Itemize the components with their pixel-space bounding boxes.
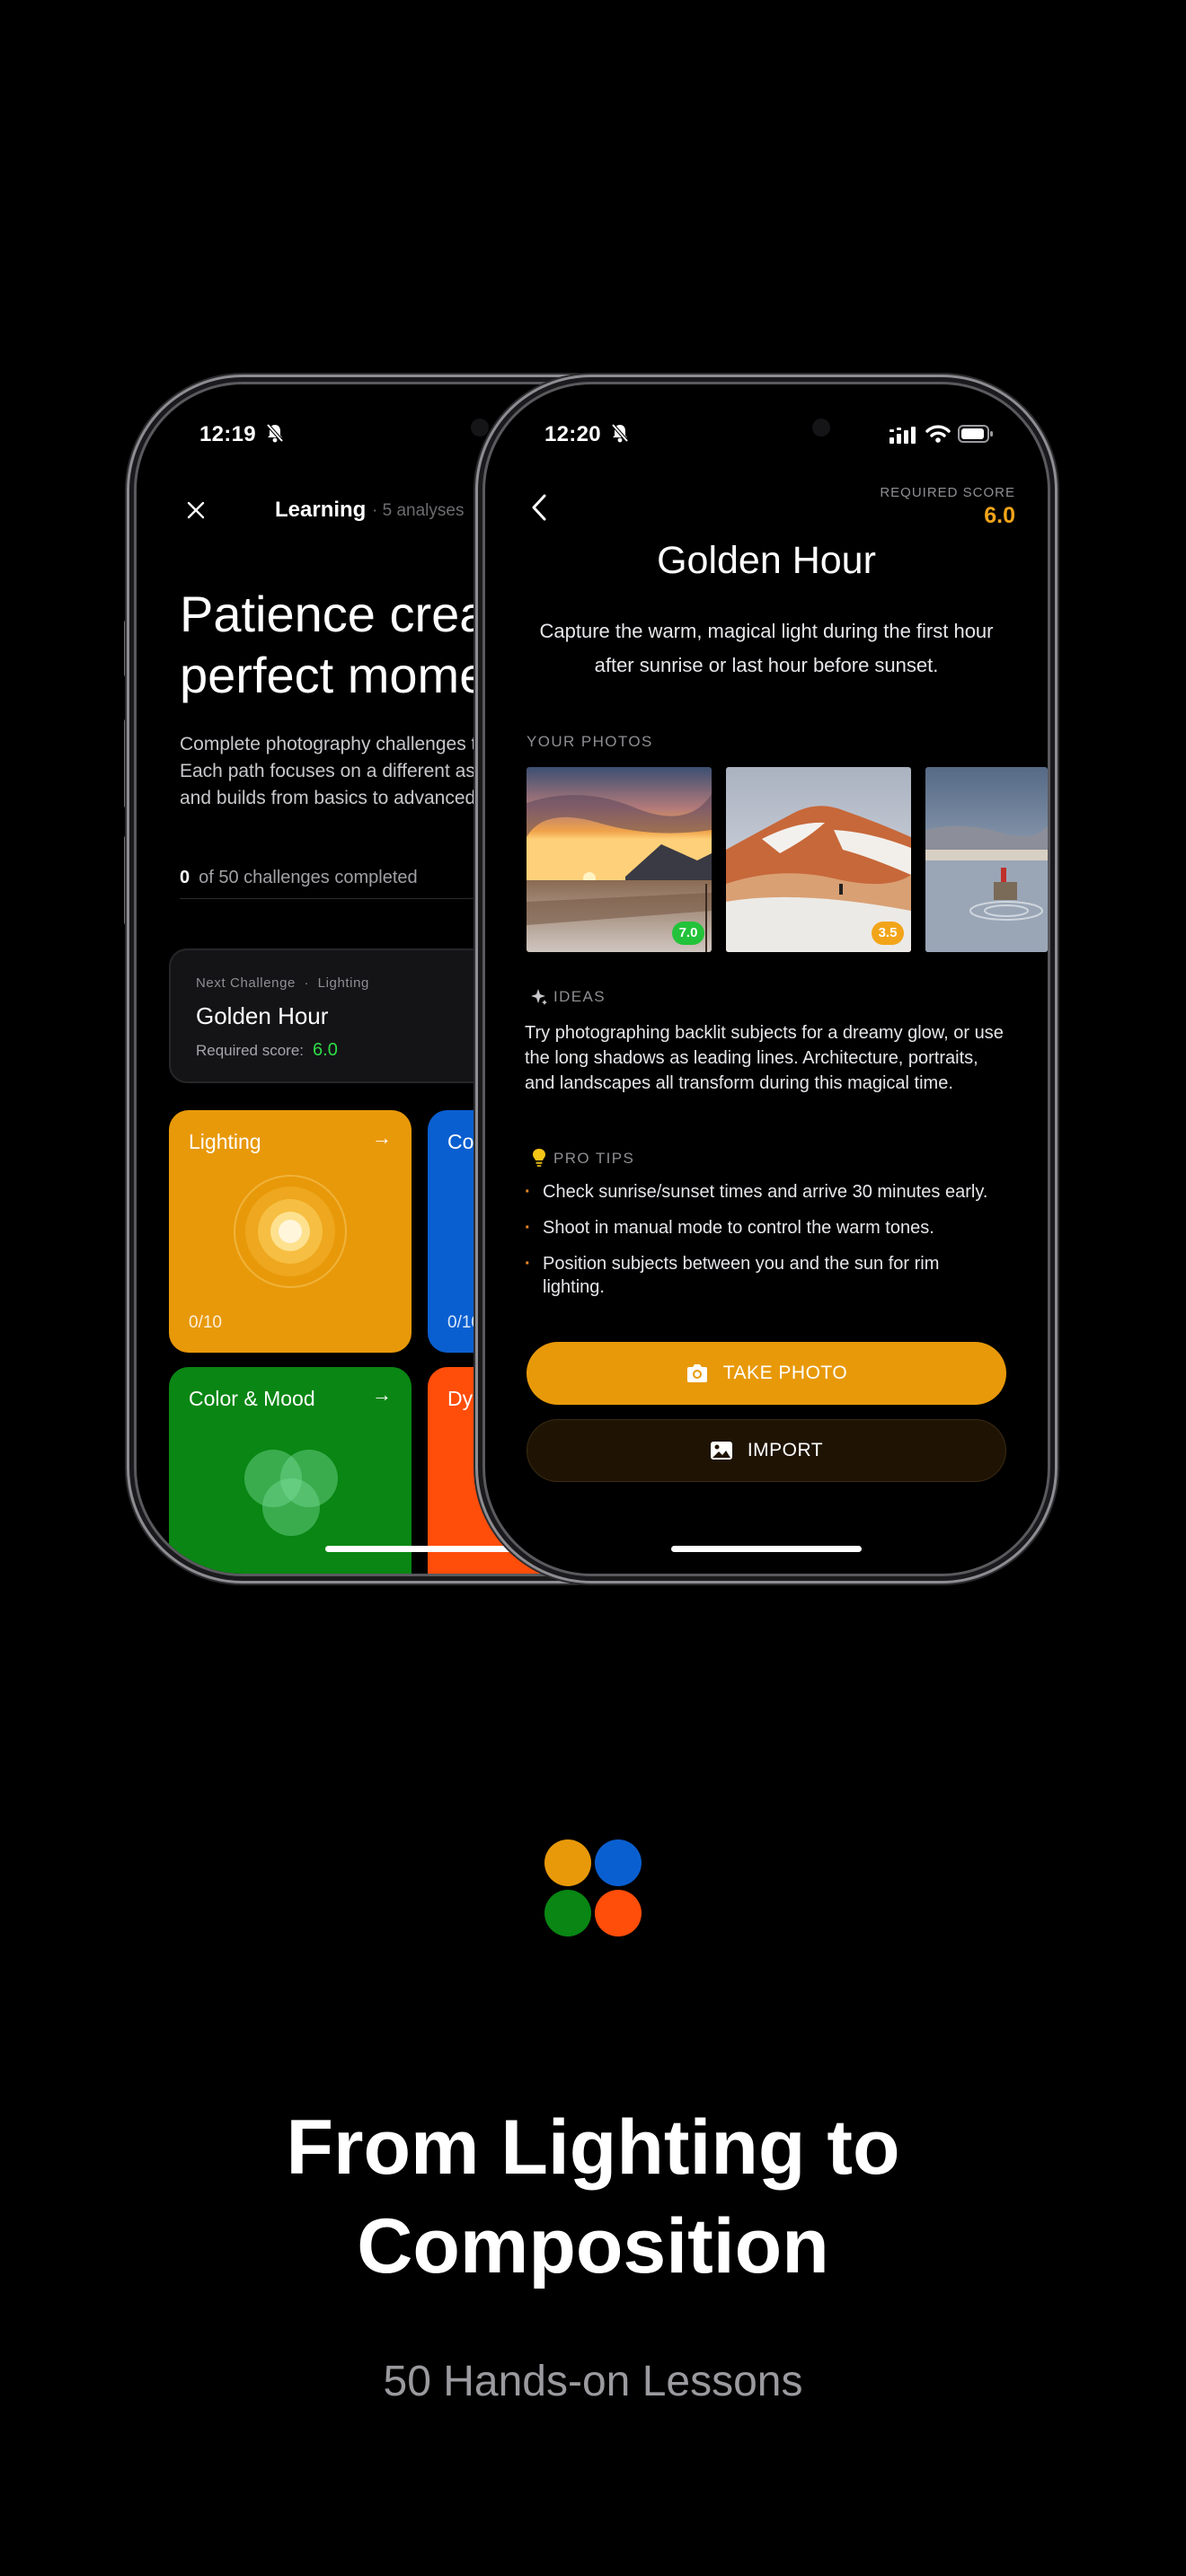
tile-label: Lighting [189,1130,261,1153]
next-challenge-score: Required score: 6.0 [196,1040,338,1060]
challenge-subtitle: Capture the warm, magical light during t… [539,620,994,676]
close-icon[interactable] [185,499,207,521]
camera-icon [686,1364,707,1382]
pro-tips-label: PRO TIPS [553,1150,635,1167]
status-time: 12:20 [544,422,629,447]
battery-icon [958,425,993,443]
required-score-label: REQUIRED SCORE [880,485,1015,500]
lake-landscape-image [925,767,1048,952]
description: Complete photography challenges t Each p… [180,734,477,808]
tile-label: Dyn [447,1387,484,1410]
take-photo-label: TAKE PHOTO [722,1363,848,1383]
venn-icon [244,1450,338,1536]
ideas-text: Try photographing backlit subjects for a… [525,1023,1004,1093]
tile-label: Cor [447,1130,482,1153]
logo-dot-blue [595,1839,642,1886]
next-challenge-meta: Next Challenge · Lighting [196,975,369,991]
arrow-right-icon: → [372,1126,392,1149]
back-chevron-icon[interactable] [528,492,550,523]
score-badge: 7.0 [672,922,704,945]
tile-color-mood[interactable]: Color & Mood → [169,1367,412,1574]
progress-count: 0 [180,868,190,887]
sun-icon [234,1175,347,1288]
sparkle-icon [531,989,547,1005]
front-camera [471,419,489,437]
score-badge: 3.5 [872,922,904,945]
photo-thumbnail[interactable]: 7.0 [527,767,712,952]
tile-progress: 0/10 [189,1313,222,1332]
front-camera [812,419,830,437]
analyses-count: · 5 analyses [372,501,465,520]
import-button[interactable]: IMPORT [527,1419,1006,1482]
arrow-right-icon: → [372,1383,392,1406]
tip-item: · Check sunrise/sunset times and arrive 3… [525,1182,988,1202]
power-button [1052,753,1059,887]
required-score-value: 6.0 [984,503,1015,528]
home-indicator [671,1546,862,1552]
hero-subtitle: 50 Hands-on Lessons [383,2358,803,2405]
tip-item: · Position subjects between you and the s… [525,1254,940,1297]
tile-progress: 0/10 [447,1313,481,1332]
silent-bell-icon [266,423,284,443]
import-label: IMPORT [747,1440,824,1460]
image-icon [710,1442,732,1460]
logo-dot-green [544,1890,591,1936]
wifi-icon [925,425,951,443]
next-challenge-title: Golden Hour [196,1002,329,1029]
photo-thumbnail[interactable] [925,767,1048,952]
tip-item: · Shoot in manual mode to control the war… [525,1218,934,1238]
lightbulb-icon [533,1149,545,1167]
logo-dot-red [595,1890,642,1936]
challenge-title: Golden Hour [657,539,876,582]
your-photos-label: YOUR PHOTOS [527,733,653,750]
volume-up-button [124,719,131,808]
home-indicator [325,1546,532,1552]
page-title: Learning [275,498,367,522]
front-phone: 12:20 REQUIRED SCORE 6.0 Golden Hour Cap… [485,384,1048,1574]
take-photo-button[interactable]: TAKE PHOTO [527,1342,1006,1405]
ideas-label: IDEAS [553,988,606,1005]
tile-label: Color & Mood [189,1387,315,1410]
side-button [124,620,131,677]
logo-dot-orange [544,1839,591,1886]
status-time: 12:19 [199,422,284,447]
tile-lighting[interactable]: Lighting → 0/10 [169,1110,412,1353]
challenges-progress: 0 of 50 challenges completed [180,868,418,887]
cellular-signal-icon [890,427,916,444]
silent-bell-icon [611,423,629,443]
hero-title: From Lighting to Composition [286,2104,900,2289]
photo-thumbnail[interactable]: 3.5 [726,767,911,952]
headline: Patience creat perfect mome [180,586,501,703]
volume-down-button [124,835,131,925]
